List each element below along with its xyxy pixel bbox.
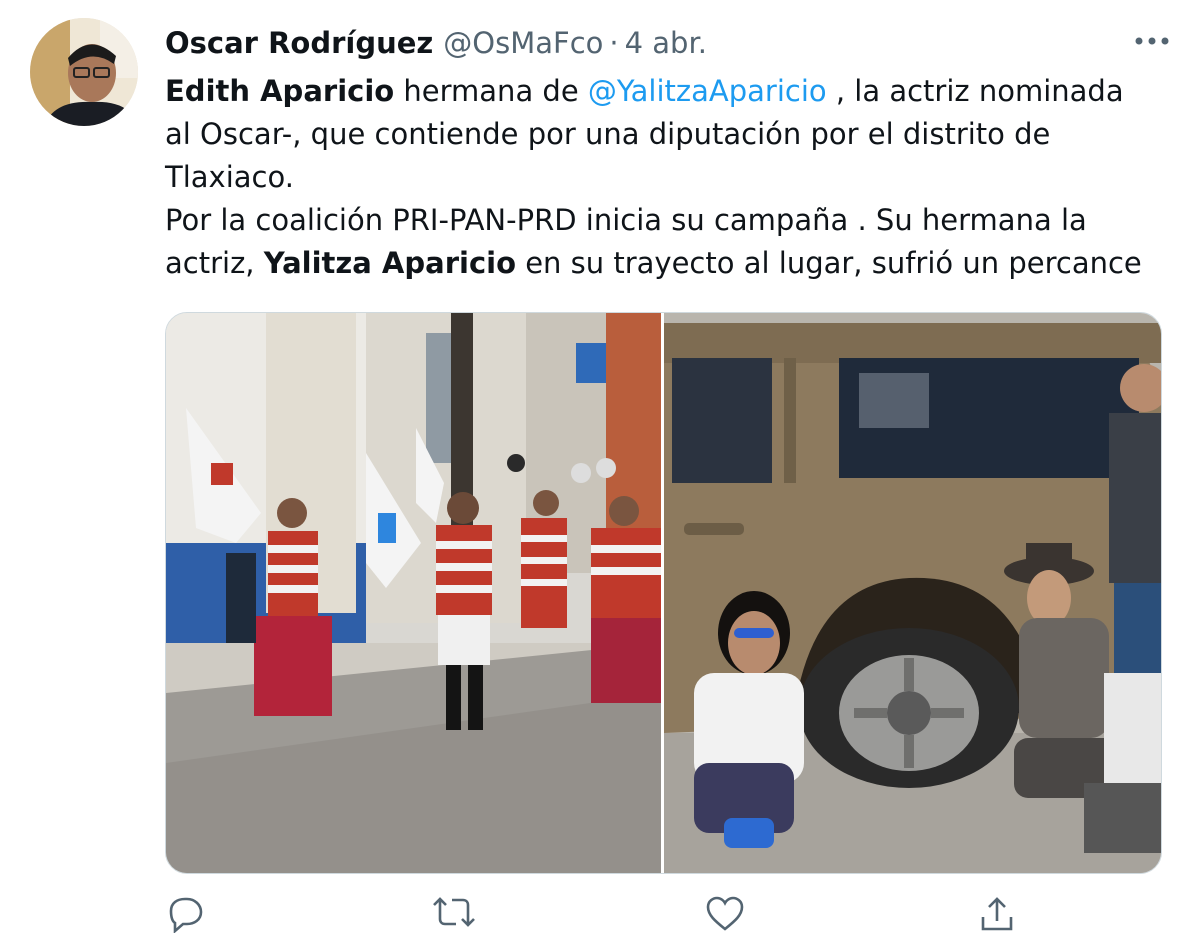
like-icon	[706, 896, 744, 931]
tweet-date[interactable]: 4 abr.	[625, 20, 707, 66]
author-handle[interactable]: @OsMaFco	[443, 20, 603, 66]
tweet-line-3: Tlaxiaco.	[165, 160, 294, 194]
bold-name-edith: Edith Aparicio	[165, 74, 395, 108]
retweet-icon	[433, 897, 475, 927]
text-fragment: actriz,	[165, 246, 264, 280]
retweet-button[interactable]	[430, 895, 475, 933]
tweet-line-4: Por la coalición PRI-PAN-PRD inicia su c…	[165, 203, 1087, 237]
like-button[interactable]	[705, 895, 745, 933]
photo-flat-tire-suv-icon	[664, 313, 1161, 873]
tweet-text: Edith Aparicio hermana de @YalitzaAparic…	[165, 70, 1155, 285]
media-photo-1[interactable]	[166, 313, 661, 873]
avatar[interactable]	[30, 18, 138, 126]
tweet-line-2: al Oscar-, que contiende por una diputac…	[165, 117, 1051, 151]
reply-button[interactable]	[165, 895, 205, 934]
more-options-button[interactable]	[1132, 26, 1172, 56]
separator-dot: ·	[609, 26, 619, 60]
text-fragment: en su trayecto al lugar, sufrió un perca…	[516, 246, 1142, 280]
share-icon	[981, 897, 1013, 931]
tweet-line-5: actriz, Yalitza Aparicio en su trayecto …	[165, 242, 1155, 285]
more-icon	[1135, 37, 1169, 45]
text-fragment: , la actriz nominada	[826, 74, 1124, 108]
reply-icon	[169, 897, 203, 934]
bold-name-yalitza: Yalitza Aparicio	[263, 246, 516, 280]
share-button[interactable]	[977, 895, 1017, 933]
tweet[interactable]: Oscar Rodríguez @OsMaFco · 4 abr. Edith …	[0, 0, 1200, 934]
photo-street-march-icon	[166, 313, 661, 873]
tweet-media	[165, 312, 1162, 874]
tweet-line-1: Edith Aparicio hermana de @YalitzaAparic…	[165, 70, 1155, 113]
tweet-actions	[165, 895, 1155, 934]
avatar-image-icon	[30, 18, 138, 126]
author-name[interactable]: Oscar Rodríguez	[165, 20, 433, 66]
tweet-header: Oscar Rodríguez @OsMaFco · 4 abr.	[165, 20, 1130, 66]
mention-link[interactable]: @YalitzaAparicio	[588, 74, 827, 108]
text-fragment: hermana de	[394, 74, 588, 108]
media-photo-2[interactable]	[664, 313, 1161, 873]
